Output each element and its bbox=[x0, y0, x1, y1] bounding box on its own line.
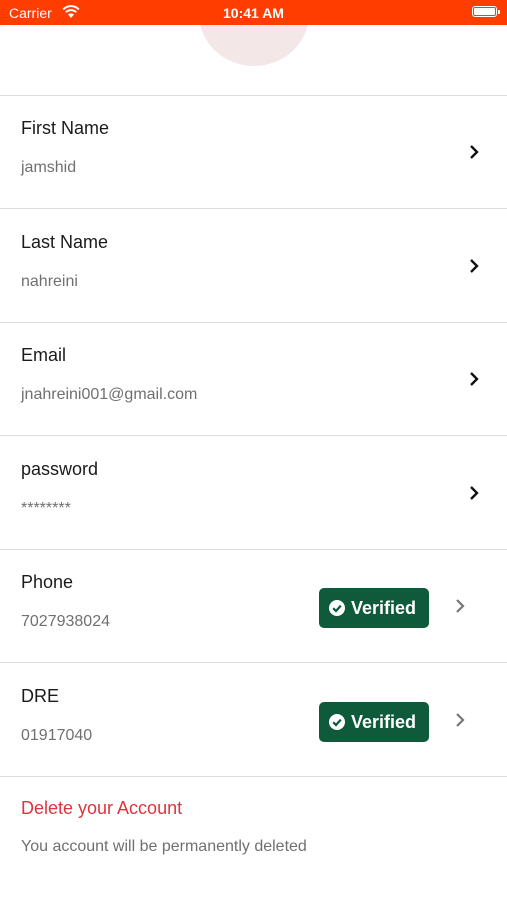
chevron-right-icon bbox=[470, 486, 479, 500]
chevron-right-icon bbox=[470, 372, 479, 386]
last-name-row[interactable]: Last Name nahreini bbox=[0, 210, 507, 323]
battery-icon bbox=[472, 6, 500, 17]
verified-label: Verified bbox=[351, 597, 417, 618]
status-bar: Carrier 10:41 AM bbox=[0, 0, 507, 25]
delete-account-description: You account will be permanently deleted bbox=[21, 838, 307, 855]
chevron-right-icon bbox=[456, 713, 465, 727]
clock: 10:41 AM bbox=[223, 5, 284, 21]
email-value: jnahreini001@gmail.com bbox=[21, 386, 198, 403]
verified-label: Verified bbox=[351, 711, 417, 732]
verified-badge: Verified bbox=[319, 588, 429, 628]
last-name-value: nahreini bbox=[21, 273, 78, 290]
check-circle-icon bbox=[329, 714, 345, 730]
password-row[interactable]: password ******** bbox=[0, 437, 507, 550]
email-row[interactable]: Email jnahreini001@gmail.com bbox=[0, 323, 507, 436]
chevron-right-icon bbox=[470, 145, 479, 159]
password-label: password bbox=[21, 459, 99, 479]
chevron-right-icon bbox=[456, 599, 465, 613]
first-name-row[interactable]: First Name jamshid bbox=[0, 96, 507, 209]
dre-value: 01917040 bbox=[21, 727, 93, 744]
first-name-value: jamshid bbox=[21, 159, 77, 176]
verified-badge: Verified bbox=[319, 702, 429, 742]
chevron-right-icon bbox=[470, 259, 479, 273]
phone-label: Phone bbox=[21, 572, 74, 592]
dre-label: DRE bbox=[21, 686, 60, 706]
delete-account-button[interactable]: Delete your Account bbox=[21, 798, 182, 819]
check-circle-icon bbox=[329, 600, 345, 616]
dre-row[interactable]: DRE 01917040 Verified bbox=[0, 664, 507, 777]
first-name-label: First Name bbox=[21, 118, 110, 138]
phone-row[interactable]: Phone 7027938024 Verified bbox=[0, 550, 507, 663]
last-name-label: Last Name bbox=[21, 232, 109, 252]
phone-value: 7027938024 bbox=[21, 613, 110, 630]
password-value: ******** bbox=[21, 500, 71, 517]
email-label: Email bbox=[21, 345, 67, 365]
